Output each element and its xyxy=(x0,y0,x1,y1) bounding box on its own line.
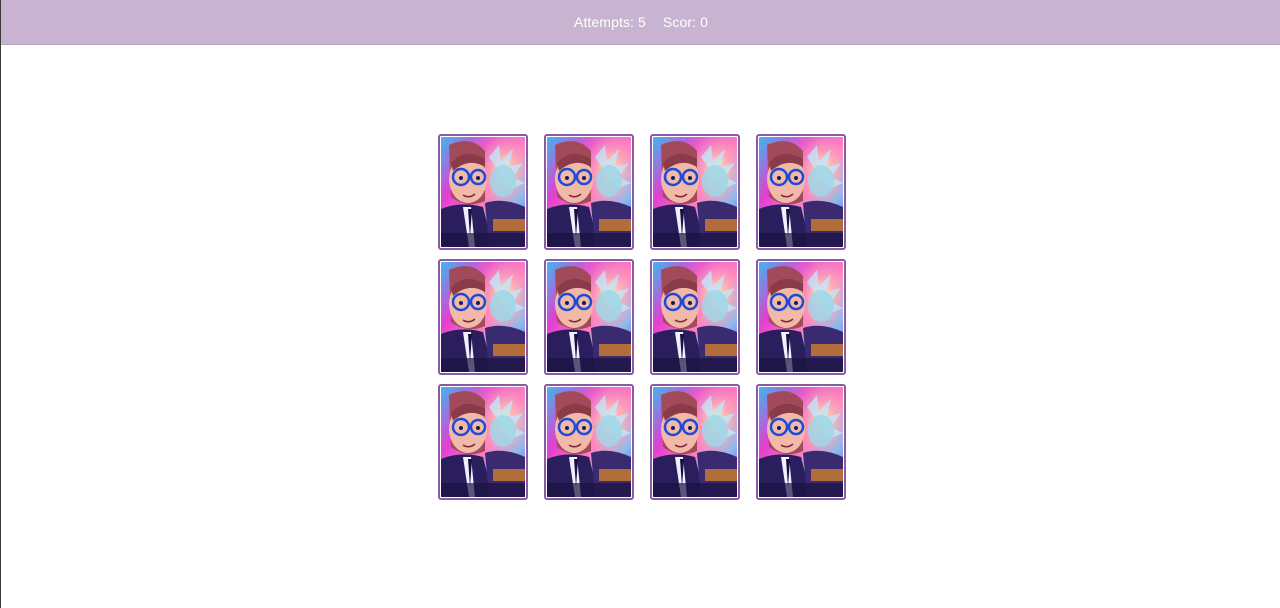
card-back-art-icon xyxy=(441,387,525,497)
attempts-value: 5 xyxy=(638,14,646,30)
memory-card[interactable] xyxy=(650,384,740,500)
memory-card[interactable] xyxy=(756,134,846,250)
memory-card[interactable] xyxy=(650,134,740,250)
score-label: Scor: xyxy=(662,14,697,30)
card-back-art-icon xyxy=(547,387,631,497)
card-back-art-icon xyxy=(759,137,843,247)
card-grid xyxy=(438,134,846,500)
card-back-art-icon xyxy=(759,387,843,497)
card-back-art-icon xyxy=(547,137,631,247)
memory-card[interactable] xyxy=(544,259,634,375)
attempts-counter: Attempts: 5 xyxy=(574,14,646,30)
attempts-label: Attempts: xyxy=(574,14,635,30)
score-counter: Scor: 0 xyxy=(663,14,708,30)
card-back-art-icon xyxy=(441,262,525,372)
memory-card[interactable] xyxy=(756,384,846,500)
card-back-art-icon xyxy=(441,137,525,247)
memory-card[interactable] xyxy=(438,134,528,250)
card-back-art-icon xyxy=(653,262,737,372)
memory-card[interactable] xyxy=(650,259,740,375)
card-back-art-icon xyxy=(547,262,631,372)
memory-card[interactable] xyxy=(438,384,528,500)
game-page: Attempts: 5 Scor: 0 xyxy=(0,0,1280,608)
card-back-art-icon xyxy=(653,387,737,497)
card-back-art-icon xyxy=(759,262,843,372)
memory-card[interactable] xyxy=(544,134,634,250)
score-value: 0 xyxy=(700,14,708,30)
memory-card[interactable] xyxy=(756,259,846,375)
memory-card[interactable] xyxy=(438,259,528,375)
card-back-art-icon xyxy=(653,137,737,247)
score-header: Attempts: 5 Scor: 0 xyxy=(1,0,1280,45)
memory-card[interactable] xyxy=(544,384,634,500)
